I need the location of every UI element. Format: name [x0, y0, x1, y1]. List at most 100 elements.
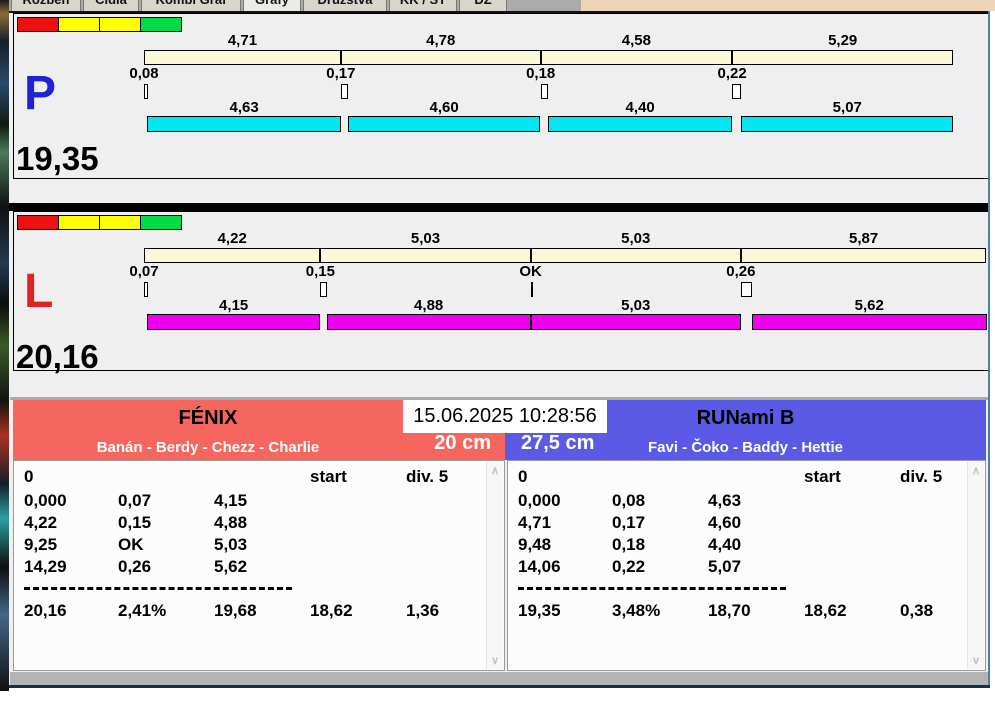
gross-time-label: 4,71	[227, 32, 258, 49]
table-cell: 0,07	[118, 491, 152, 510]
table-cell: 4,15	[214, 491, 248, 510]
jump-height-badge: 27,5 cm	[521, 432, 595, 454]
table-row: 0,000 0,07 4,15	[24, 491, 486, 511]
changeover-tick	[340, 84, 348, 99]
table-cell: 5,07	[708, 557, 742, 576]
table-cell	[406, 491, 486, 511]
gross-time-label: 5,03	[621, 230, 651, 247]
gross-time-label: 5,87	[848, 230, 879, 247]
gross-time-bar-segment	[530, 248, 741, 263]
tab--idla[interactable]: Čidla	[83, 0, 139, 11]
tab-kk-st[interactable]: KK / ST	[389, 0, 457, 11]
table-row: 14,29 0,26 5,62	[24, 557, 486, 577]
net-time-label: 4,63	[229, 99, 259, 116]
net-time-bar-segment	[347, 116, 541, 132]
gross-time-label: 5,29	[828, 32, 858, 49]
table-cell: 0,000	[24, 491, 67, 510]
tab-dz[interactable]: DZ	[459, 0, 507, 11]
table-cell: 0,22	[612, 557, 646, 576]
changeover-label: 0,08	[129, 65, 159, 82]
gross-time-label: 4,22	[217, 230, 247, 247]
table-cell: 0,18	[612, 535, 646, 554]
gross-time-bar-segment	[320, 248, 531, 263]
net-time-bar-segment	[548, 116, 733, 132]
table-totals-row: 19,35 3,48% 18,70 18,62 0,38	[518, 601, 980, 621]
table-header-row: 0 start div. 5	[24, 467, 486, 487]
net-time-bar-segment	[741, 116, 954, 132]
tab-bar: RozběhČidlaKombi GrafGrafyDružstvaKK / S…	[9, 0, 995, 11]
table-cell	[804, 491, 900, 511]
table-cell: 4,63	[708, 491, 742, 510]
changeover-label: 0,18	[526, 65, 556, 82]
table-cell: 14,06	[518, 557, 561, 576]
table-cell: 19,35	[518, 601, 561, 620]
net-time-label: 4,60	[429, 99, 459, 116]
tab-rozb-h[interactable]: Rozběh	[11, 0, 81, 11]
changeover-label: 0,07	[129, 263, 159, 280]
table-cell: div. 5	[406, 467, 449, 486]
scroll-down-icon[interactable]: ∨	[487, 654, 503, 667]
table-row: 9,48 0,18 4,40	[518, 535, 980, 555]
tab-kombi-graf[interactable]: Kombi Graf	[141, 0, 241, 11]
gross-time-bar-segment	[144, 248, 321, 263]
table-cell: 0,15	[118, 513, 152, 532]
table-totals-row: 20,16 2,41% 19,68 18,62 1,36	[24, 601, 486, 621]
net-time-label: 5,03	[621, 297, 651, 314]
results-table-runami: 0 start div. 5 0,000 0,08 4,63 4,71 0,17 4,60 9,4…	[507, 460, 986, 671]
table-cell: 1,36	[406, 601, 440, 620]
lane-total-time-l: 20,16	[16, 338, 99, 375]
main-window: P 4,71 0,08 4,63 4,78 0,17 4,60 4,58 0,18 4,40 5,…	[9, 11, 990, 688]
desktop-background-strip	[0, 0, 9, 691]
window-right-border	[988, 11, 990, 688]
table-cell	[310, 557, 406, 577]
table-cell: start	[310, 467, 347, 486]
net-time-bar-segment	[146, 314, 321, 330]
net-time-bar-segment	[147, 116, 341, 132]
gross-time-label: 4,58	[621, 32, 651, 49]
table-row: 9,25 OK 5,03	[24, 535, 486, 555]
datetime-display: 15.06.2025 10:28:56	[403, 400, 607, 433]
application-window: RozběhČidlaKombi GrafGrafyDružstvaKK / S…	[0, 0, 995, 716]
changeover-label: 0,17	[326, 65, 356, 82]
changeover-tick	[320, 282, 327, 297]
table-cell	[310, 491, 406, 511]
table-cell: 20,16	[24, 601, 67, 620]
table-cell	[214, 467, 310, 487]
status-band	[10, 672, 988, 685]
scrollbar[interactable]: ∧ ∨	[967, 462, 984, 669]
table-cell: 18,70	[708, 601, 751, 620]
table-cell: 4,60	[708, 513, 742, 532]
table-cell: 18,62	[310, 601, 353, 620]
scrollbar[interactable]: ∧ ∨	[486, 462, 503, 669]
table-row: 4,22 0,15 4,88	[24, 513, 486, 533]
changeover-tick	[732, 84, 742, 99]
table-cell	[406, 535, 486, 555]
table-cell: 14,29	[24, 557, 67, 576]
tab-dru-stva[interactable]: Družstva	[303, 0, 387, 11]
changeover-label: OK	[519, 263, 542, 280]
lane-chart-p: 4,71 0,08 4,63 4,78 0,17 4,60 4,58 0,18 4,40 5,29…	[14, 14, 989, 178]
table-cell: 9,25	[24, 535, 58, 554]
table-cell: 0,08	[612, 491, 646, 510]
lane-panel-p: P 4,71 0,08 4,63 4,78 0,17 4,60 4,58 0,18 4,40 5,…	[13, 13, 990, 179]
table-cell	[406, 557, 486, 577]
gross-time-bar-segment	[740, 248, 987, 263]
table-row: 0,000 0,08 4,63	[518, 491, 980, 511]
gross-time-bar-segment	[732, 50, 954, 65]
table-cell	[612, 467, 708, 487]
scroll-up-icon[interactable]: ∧	[487, 464, 503, 477]
scroll-down-icon[interactable]: ∨	[968, 654, 984, 667]
tab-grafy[interactable]: Grafy	[243, 0, 301, 11]
table-row: 14,06 0,22 5,07	[518, 557, 980, 577]
table-cell: 0,26	[118, 557, 152, 576]
net-time-label: 5,62	[854, 297, 884, 314]
net-time-label: 4,40	[625, 99, 655, 116]
table-cell	[310, 513, 406, 533]
table-separator-dashes	[518, 587, 786, 590]
table-cell	[804, 557, 900, 577]
scroll-up-icon[interactable]: ∧	[968, 464, 984, 477]
changeover-tick	[740, 282, 752, 297]
gross-time-bar-segment	[144, 50, 341, 65]
net-time-bar-segment	[530, 314, 741, 330]
lane-panel-l: L 4,22 0,07 4,15 5,03 0,15 4,88 5,03 OK 5,03 5,87…	[13, 211, 990, 375]
